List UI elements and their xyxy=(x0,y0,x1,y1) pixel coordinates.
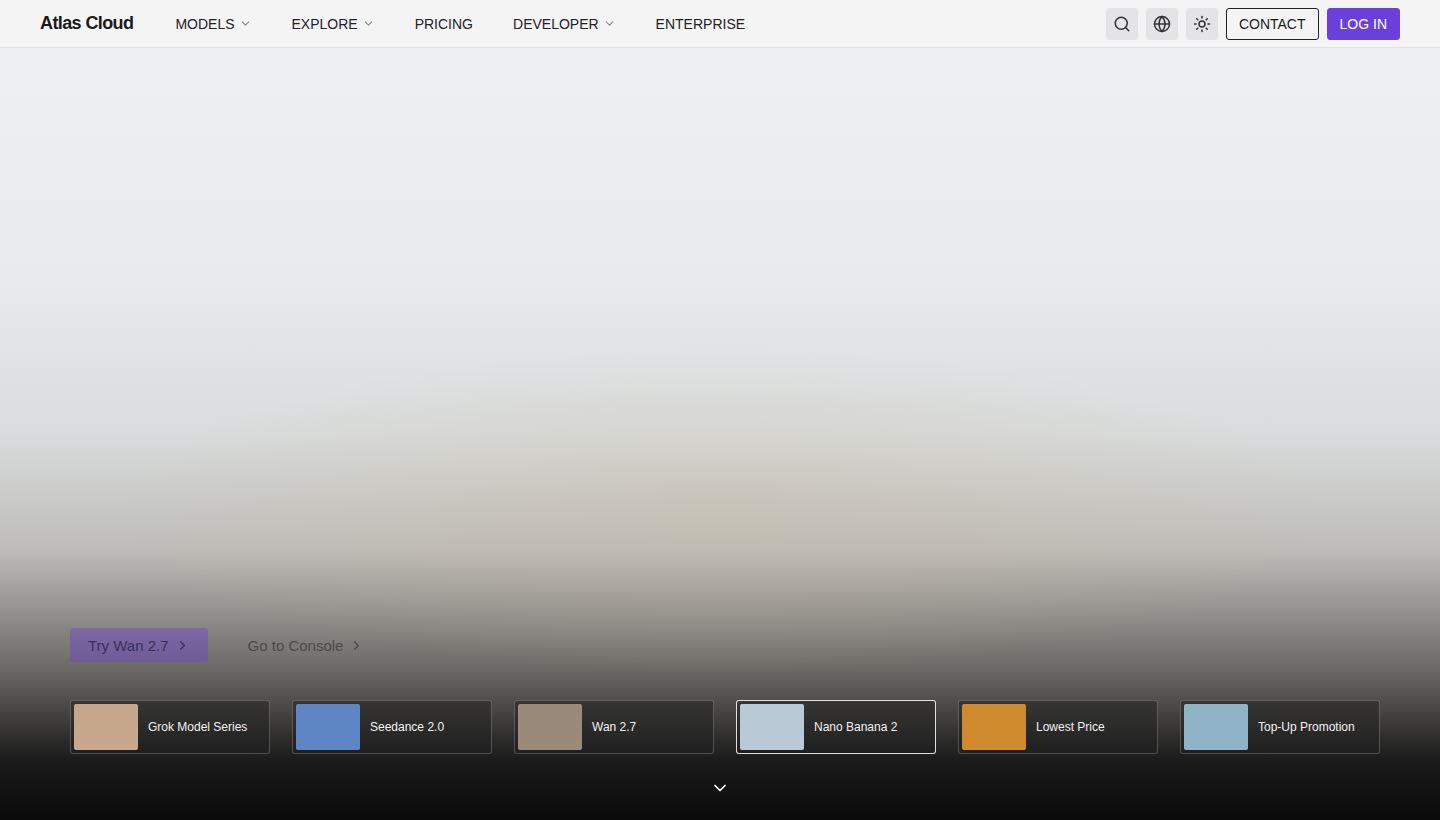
menu-item[interactable]: MODELS xyxy=(175,16,251,32)
chevron-down-icon xyxy=(239,17,252,30)
menu-item[interactable]: PRICING xyxy=(415,16,473,32)
feature-card[interactable]: Wan 2.7 xyxy=(514,700,714,754)
page: Atlas Cloud MODELS EXPLORE PRICING DEVELOPER… xyxy=(0,0,1440,820)
card-thumbnail xyxy=(962,704,1026,750)
language-button[interactable] xyxy=(1146,8,1178,40)
chevron-down-icon xyxy=(710,778,730,798)
scroll-hint[interactable] xyxy=(0,754,1440,820)
theme-button[interactable] xyxy=(1186,8,1218,40)
search-button[interactable] xyxy=(1106,8,1138,40)
feature-cards: Grok Model Series Seedance 2.0 Wan 2.7 Nano… xyxy=(0,700,1440,754)
try-button[interactable]: Try Wan 2.7 xyxy=(70,628,208,662)
hero-image: Try Wan 2.7 Go to Console Grok Model Serie… xyxy=(0,48,1440,820)
chevron-down-icon xyxy=(603,17,616,30)
chevron-right-icon xyxy=(175,638,190,653)
card-thumbnail xyxy=(296,704,360,750)
main-menu: MODELS EXPLORE PRICING DEVELOPER ENTERPRISE xyxy=(175,16,1106,32)
feature-card[interactable]: Lowest Price xyxy=(958,700,1158,754)
feature-card[interactable]: Seedance 2.0 xyxy=(292,700,492,754)
menu-item[interactable]: EXPLORE xyxy=(292,16,375,32)
globe-icon xyxy=(1153,15,1171,33)
card-thumbnail xyxy=(74,704,138,750)
chevron-down-icon xyxy=(362,17,375,30)
search-icon xyxy=(1113,15,1131,33)
card-thumbnail xyxy=(518,704,582,750)
card-thumbnail xyxy=(740,704,804,750)
nav-actions: CONTACTLOG IN xyxy=(1106,8,1400,40)
top-nav: Atlas Cloud MODELS EXPLORE PRICING DEVELOPER… xyxy=(0,0,1440,48)
console-link[interactable]: Go to Console xyxy=(248,628,365,662)
feature-card[interactable]: Nano Banana 2 xyxy=(736,700,936,754)
menu-item[interactable]: DEVELOPER xyxy=(513,16,616,32)
feature-card[interactable]: Grok Model Series xyxy=(70,700,270,754)
login-button[interactable]: LOG IN xyxy=(1327,8,1400,40)
feature-card[interactable]: Top-Up Promotion xyxy=(1180,700,1380,754)
chevron-right-icon xyxy=(349,638,364,653)
card-thumbnail xyxy=(1184,704,1248,750)
sun-icon xyxy=(1193,15,1211,33)
menu-item[interactable]: ENTERPRISE xyxy=(656,16,745,32)
logo[interactable]: Atlas Cloud xyxy=(40,13,133,34)
contact-button[interactable]: CONTACT xyxy=(1226,8,1319,40)
hero-actions: Try Wan 2.7 Go to Console xyxy=(0,628,1440,662)
